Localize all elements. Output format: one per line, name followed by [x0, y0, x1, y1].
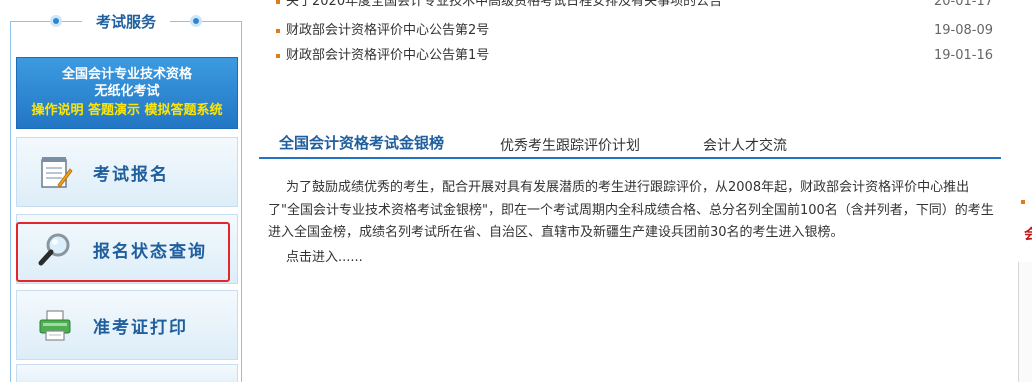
sidebar-item-admission-ticket-print[interactable]: 准考证打印 [16, 290, 238, 360]
sidebar-item-label: 考试报名 [93, 164, 169, 185]
list-item[interactable]: 财政部会计资格评价中心公告第1号 19-01-16 [276, 46, 996, 66]
bullet-icon [276, 29, 280, 33]
banner-links[interactable]: 操作说明 答题演示 模拟答题系统 [17, 100, 237, 122]
list-item[interactable]: 关于2020年度全国会计专业技术中高级资格考试日程安排及有关事项的公告 20-0… [276, 0, 996, 12]
tab-accounting-talent-exchange[interactable]: 会计人才交流 [703, 135, 787, 155]
edge-red-text: 会 [1024, 227, 1032, 243]
list-item[interactable]: 财政部会计资格评价中心公告第2号 19-08-09 [276, 21, 996, 41]
notice-title-link[interactable]: 关于2020年度全国会计专业技术中高级资格考试日程安排及有关事项的公告 [286, 0, 722, 12]
tab-excellent-candidate-tracking[interactable]: 优秀考生跟踪评价计划 [500, 135, 640, 155]
sidebar-item-label: 准考证打印 [93, 317, 188, 338]
intro-paragraph: 为了鼓励成绩优秀的考生，配合开展对具有发展潜质的考生进行跟踪评价，从2008年起… [268, 180, 994, 240]
notice-title-link[interactable]: 财政部会计资格评价中心公告第2号 [286, 21, 489, 41]
sidebar-item-label: 报名状态查询 [93, 241, 207, 262]
notice-date: 20-01-17 [933, 0, 993, 9]
edge-panel [1018, 262, 1032, 382]
banner-line-1: 全国会计专业技术资格 [61, 67, 192, 82]
sidebar-item-exam-registration[interactable]: 考试报名 [16, 137, 238, 207]
notice-date: 19-08-09 [933, 23, 993, 38]
magnifier-icon [35, 229, 75, 269]
notice-title-link[interactable]: 财政部会计资格评价中心公告第1号 [286, 46, 489, 66]
title-dot-right [190, 15, 202, 27]
tab-content: 为了鼓励成绩优秀的考生，配合开展对具有发展潜质的考生进行跟踪评价，从2008年起… [268, 177, 996, 269]
sidebar-title: 考试服务 [81, 10, 170, 34]
enter-link[interactable]: 点击进入...... [286, 247, 996, 270]
sidebar-item-registration-status[interactable]: 报名状态查询 [16, 214, 238, 284]
content-tabs: 全国会计资格考试金银榜 优秀考生跟踪评价计划 会计人才交流 [259, 127, 1001, 159]
tab-gold-silver-list[interactable]: 全国会计资格考试金银榜 [279, 132, 444, 153]
notepad-icon [35, 152, 75, 192]
exam-service-sidebar: 考试服务 全国会计专业技术资格 无纸化考试 操作说明 答题演示 模拟答题系统 考… [10, 0, 242, 382]
bullet-icon [276, 54, 280, 58]
banner-line-2: 无纸化考试 [94, 84, 160, 99]
sidebar-item-partial[interactable] [16, 364, 238, 382]
notice-date: 19-01-16 [933, 48, 993, 63]
sidebar-header: 考试服务 [10, 10, 242, 34]
bullet-icon [276, 0, 280, 4]
printer-icon [35, 305, 75, 345]
title-dot-left [50, 15, 62, 27]
paperless-exam-banner[interactable]: 全国会计专业技术资格 无纸化考试 操作说明 答题演示 模拟答题系统 [16, 57, 238, 129]
edge-bullet-icon [1021, 200, 1025, 204]
